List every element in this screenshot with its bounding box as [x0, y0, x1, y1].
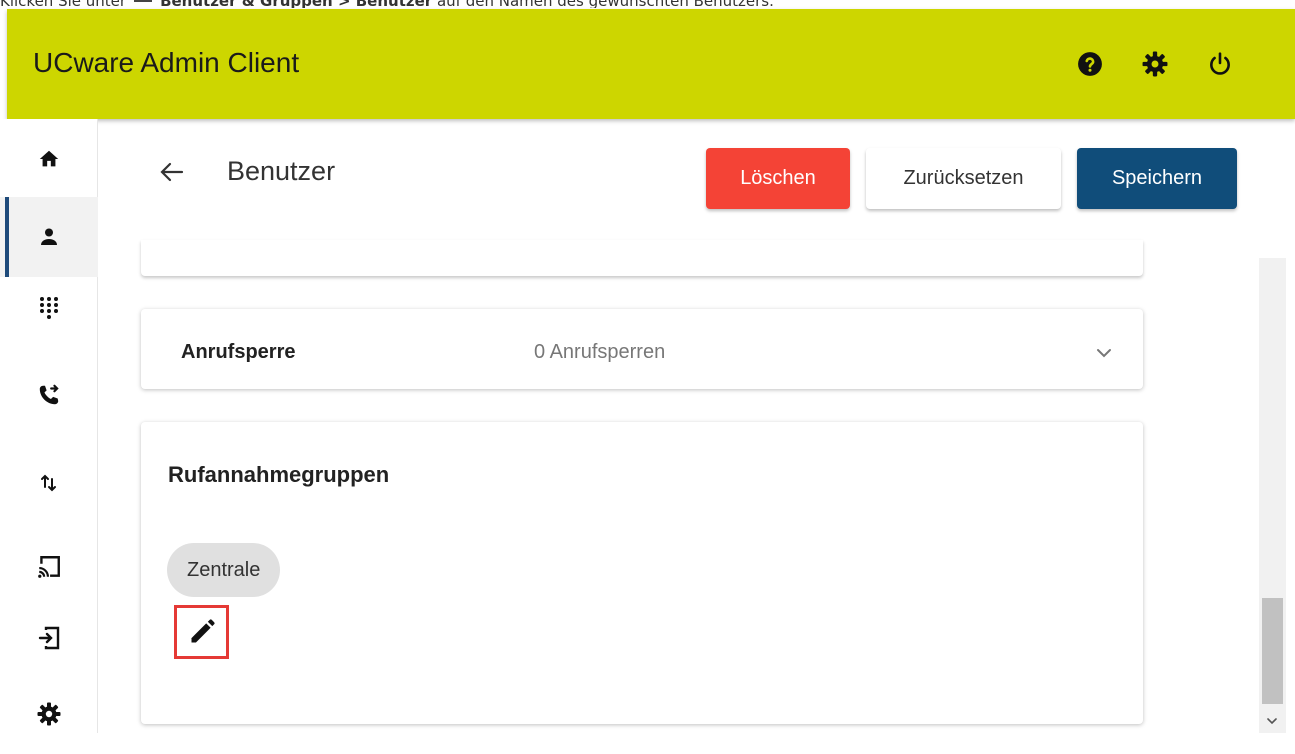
pickup-groups-title: Rufannahmegruppen [168, 462, 390, 487]
app-bar: UCware Admin Client [7, 9, 1295, 119]
user-icon [41, 228, 57, 245]
sidebar-item-home[interactable] [0, 119, 98, 199]
back-button[interactable] [158, 158, 186, 186]
page-title: Benutzer [227, 156, 336, 186]
call-block-value: 0 Anrufsperren [534, 341, 666, 363]
call-block-panel[interactable]: Anrufsperre 0 Anrufsperren [141, 309, 1143, 389]
help-icon[interactable] [1076, 50, 1104, 78]
sidebar-item-login[interactable] [0, 598, 98, 678]
instruction-caption: Klicken Sie unter Benutzer & Gruppen > Be… [0, 0, 1295, 8]
reset-button[interactable]: Zurücksetzen [866, 148, 1061, 209]
previous-card [141, 240, 1143, 276]
sidebar-item-dialpad[interactable] [0, 269, 98, 349]
app-title: UCware Admin Client [33, 47, 300, 78]
cast-icon [38, 556, 60, 578]
arrow-left-icon [160, 162, 184, 182]
sidebar-item-settings[interactable] [0, 674, 98, 754]
sidebar [0, 119, 98, 733]
login-icon [38, 626, 60, 650]
swap-vert-icon [41, 474, 56, 492]
edit-pickup-groups-button[interactable] [174, 605, 229, 659]
chevron-down-icon[interactable] [1265, 714, 1279, 728]
sidebar-item-provisioning[interactable] [0, 527, 98, 607]
home-icon [39, 150, 59, 167]
dialpad-icon [40, 297, 58, 319]
pickup-groups-card: Rufannahmegruppen Zentrale [141, 422, 1143, 724]
sidebar-item-call-forward[interactable] [0, 355, 98, 435]
gear-icon [37, 702, 61, 726]
power-icon[interactable] [1206, 50, 1234, 78]
call-block-label: Anrufsperre [181, 341, 296, 363]
sidebar-item-users[interactable] [0, 197, 98, 277]
pickup-group-chip: Zentrale [167, 543, 281, 597]
caption-prefix: Klicken Sie unter [0, 0, 126, 8]
scrollbar-thumb[interactable] [1262, 598, 1283, 704]
caption-path: Benutzer & Gruppen > Benutzer [160, 0, 432, 8]
chevron-down-icon[interactable] [1093, 342, 1115, 364]
content-scrollbar[interactable] [1259, 258, 1286, 733]
caption-suffix: auf den Namen des gewünschten Benutzers. [437, 0, 774, 8]
pencil-icon [191, 619, 215, 643]
delete-button[interactable]: Löschen [706, 148, 850, 209]
phone-forward-icon [39, 384, 59, 405]
sidebar-item-transfer[interactable] [0, 443, 98, 523]
users-icon [134, 0, 153, 2]
gear-icon[interactable] [1141, 50, 1169, 78]
save-button[interactable]: Speichern [1077, 148, 1237, 209]
